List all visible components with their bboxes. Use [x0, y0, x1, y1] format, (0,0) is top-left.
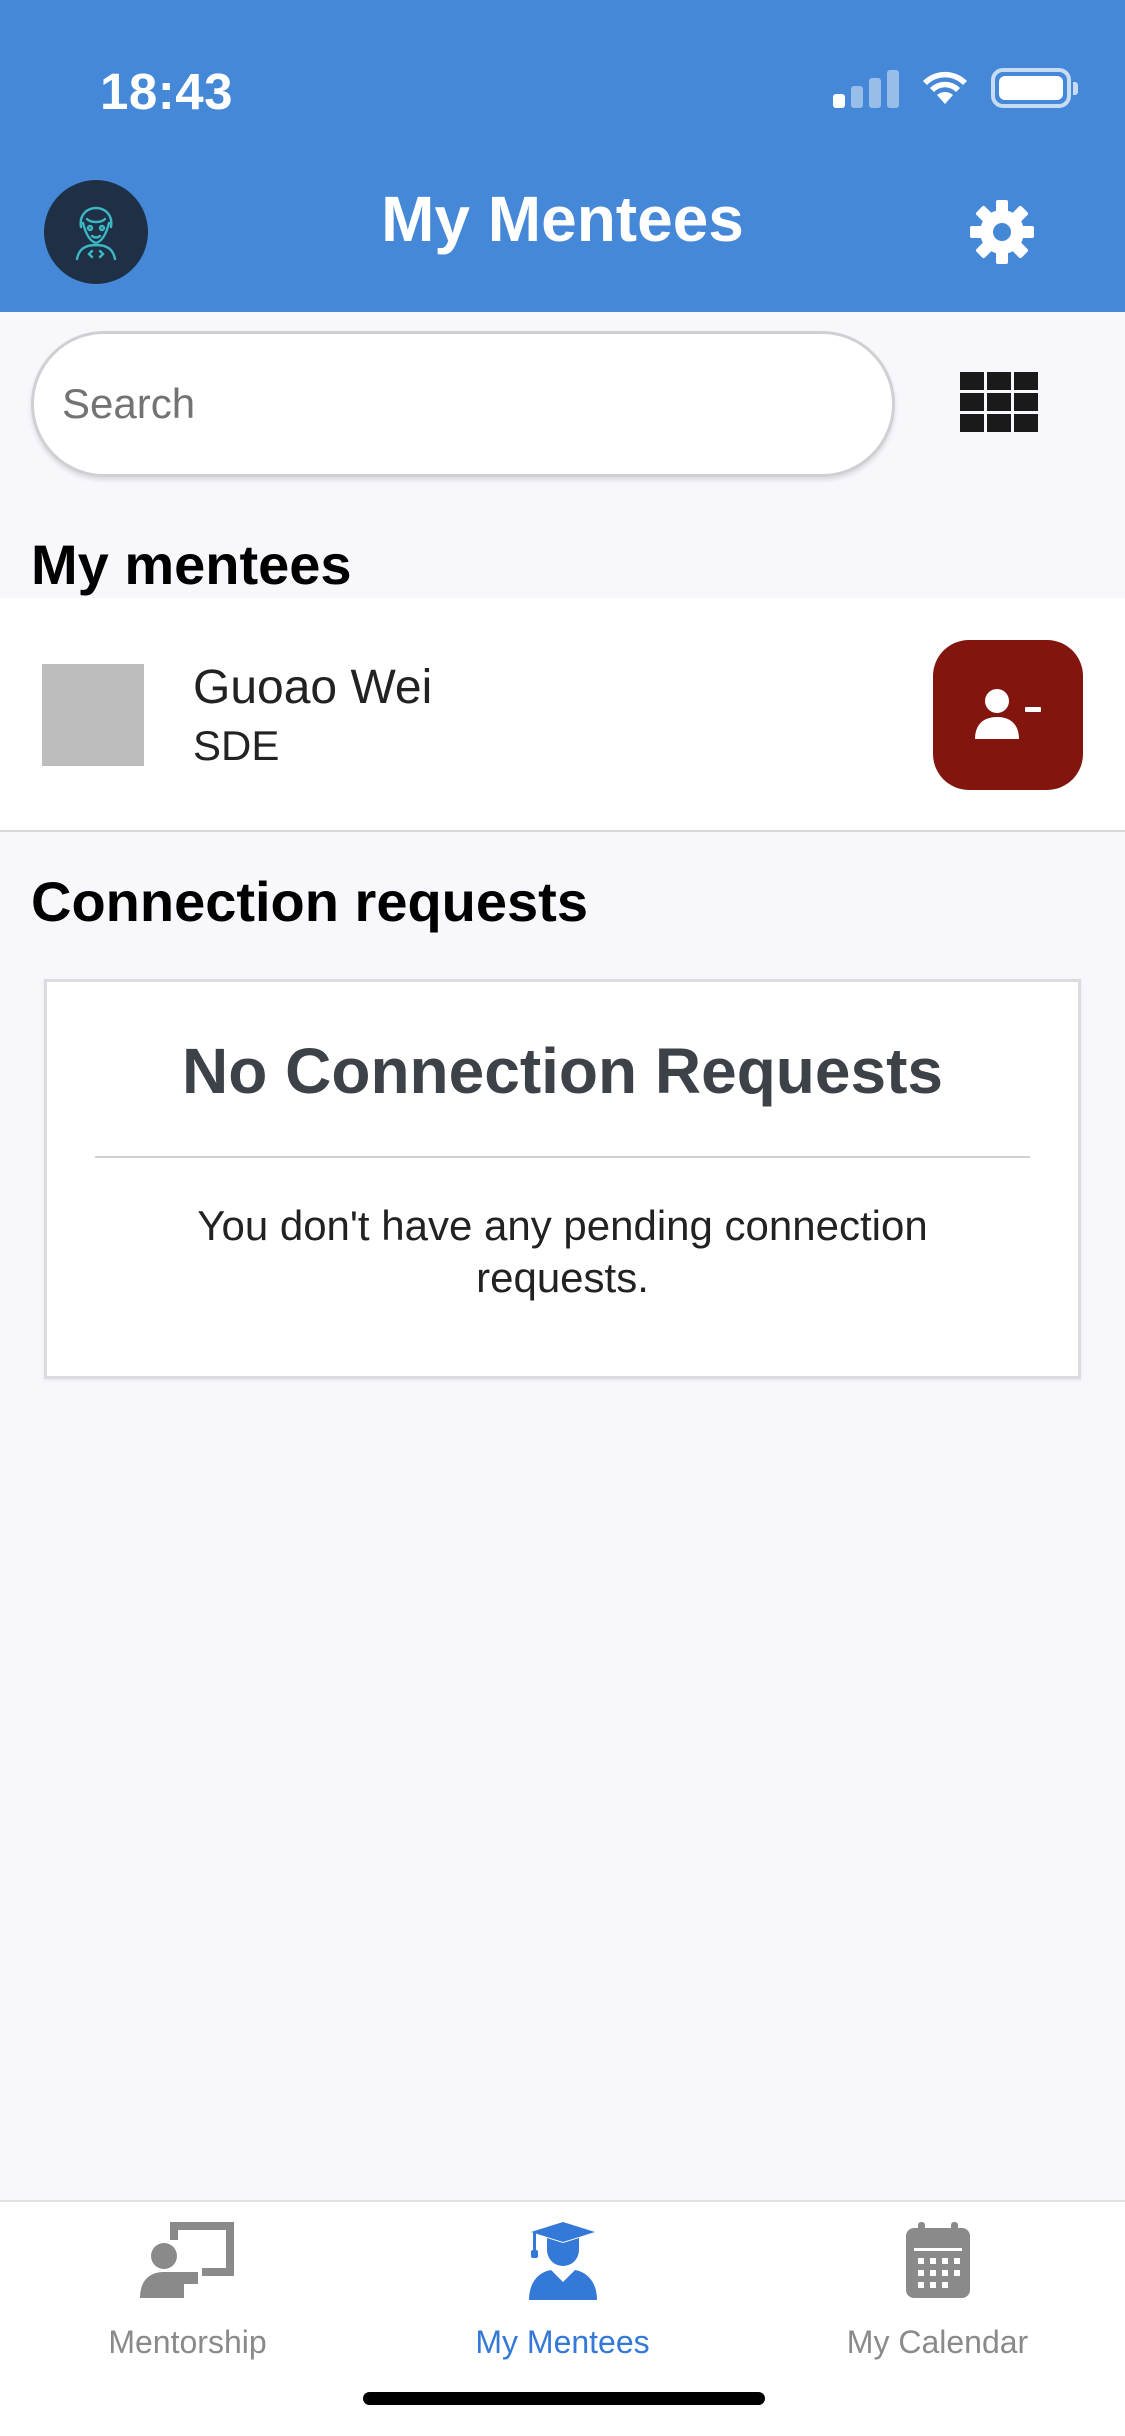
page-title: My Mentees — [381, 183, 744, 255]
graduate-icon — [528, 2222, 597, 2300]
tab-mentorship[interactable]: Mentorship — [0, 2202, 375, 2362]
status-time: 18:43 — [100, 63, 233, 120]
tab-my-mentees[interactable]: My Mentees — [375, 2202, 750, 2362]
empty-requests-card: No Connection Requests You don't have an… — [44, 979, 1081, 1379]
user-minus-icon — [975, 689, 1041, 739]
home-indicator — [363, 2392, 765, 2405]
search-input[interactable] — [31, 331, 895, 477]
mentorship-icon — [139, 2222, 234, 2298]
tab-label: Mentorship — [108, 2324, 267, 2360]
calendar-icon — [905, 2222, 970, 2298]
my-mentees-heading: My mentees — [31, 533, 352, 596]
grid-icon — [960, 372, 1038, 432]
grid-view-button[interactable] — [960, 372, 1038, 432]
tab-label: My Calendar — [846, 2324, 1029, 2360]
empty-state-message: You don't have any pending connection re… — [197, 1202, 928, 1301]
battery-icon — [991, 68, 1078, 108]
wifi-icon — [923, 71, 967, 104]
gear-icon — [970, 200, 1034, 264]
tab-my-calendar[interactable]: My Calendar — [750, 2202, 1125, 2362]
settings-button[interactable] — [966, 196, 1038, 268]
mentee-name: Guoao Wei — [193, 661, 433, 714]
app-header: 18:43 My Mentees — [0, 0, 1125, 312]
cellular-signal-icon — [833, 68, 899, 108]
mentee-role: SDE — [193, 722, 280, 769]
mentee-list-item[interactable]: Guoao Wei SDE — [0, 598, 1125, 832]
status-icons — [833, 66, 1078, 110]
tab-label: My Mentees — [475, 2324, 650, 2360]
empty-state-title: No Connection Requests — [182, 1035, 943, 1107]
divider — [95, 1156, 1030, 1158]
connection-requests-heading: Connection requests — [31, 870, 588, 933]
remove-mentee-button[interactable] — [933, 640, 1083, 790]
mentee-photo — [42, 664, 144, 766]
